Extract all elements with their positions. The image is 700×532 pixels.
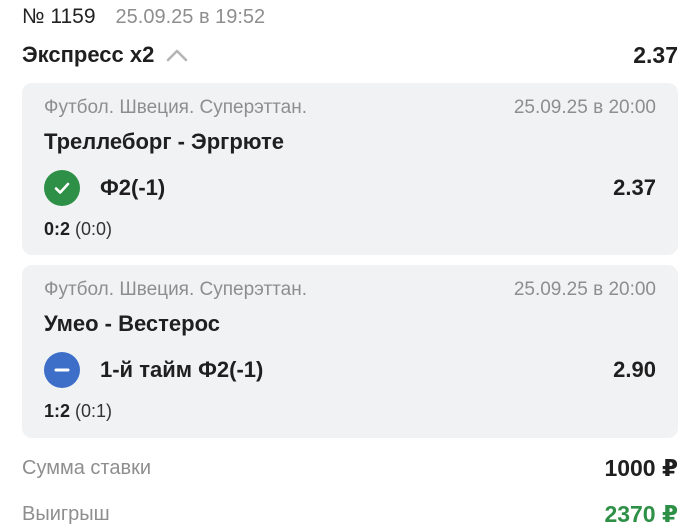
stake-value: 1000 ₽	[604, 454, 678, 481]
event-meta: Футбол. Швеция. Суперэттан. 25.09.25 в 2…	[44, 279, 656, 301]
stake-label: Сумма ставки	[22, 456, 152, 479]
outcome-label: Ф2(-1)	[100, 175, 166, 200]
bet-details-screen: № 1159 25.09.25 в 19:52 Экспресс х2 2.37…	[0, 0, 700, 532]
outcome-group: Ф2(-1)	[44, 170, 165, 206]
event-datetime: 25.09.25 в 20:00	[513, 279, 656, 300]
half-score: (0:0)	[75, 219, 113, 239]
half-score: (0:1)	[75, 401, 113, 421]
chevron-up-icon[interactable]	[166, 48, 188, 62]
express-coefficient: 2.37	[633, 41, 678, 68]
event-card: Футбол. Швеция. Суперэттан. 25.09.25 в 2…	[22, 83, 678, 255]
bet-number: № 1159	[22, 5, 96, 28]
bet-header: № 1159 25.09.25 в 19:52	[22, 5, 265, 31]
outcome-coefficient: 2.90	[613, 357, 656, 382]
win-label: Выигрыш	[22, 502, 110, 525]
outcome-row: Ф2(-1) 2.37	[44, 170, 656, 206]
stake-row: Сумма ставки 1000 ₽	[22, 452, 678, 484]
bet-datetime: 25.09.25 в 19:52	[115, 6, 266, 28]
event-meta: Футбол. Швеция. Суперэттан. 25.09.25 в 2…	[44, 97, 656, 119]
win-row: Выигрыш 2370 ₽	[22, 498, 678, 530]
outcome-group: 1-й тайм Ф2(-1)	[44, 352, 263, 388]
minus-circle-icon	[44, 352, 80, 388]
final-score: 0:2	[44, 219, 71, 239]
outcome-row: 1-й тайм Ф2(-1) 2.90	[44, 352, 656, 388]
check-circle-icon	[44, 170, 80, 206]
express-title: Экспресс х2	[22, 42, 155, 67]
outcome-label: 1-й тайм Ф2(-1)	[100, 357, 264, 382]
event-teams: Треллеборг - Эргрюте	[44, 129, 285, 154]
event-teams: Умео - Вестерос	[44, 311, 220, 336]
event-score: 0:2 (0:0)	[44, 219, 112, 240]
event-card: Футбол. Швеция. Суперэттан. 25.09.25 в 2…	[22, 265, 678, 438]
event-category: Футбол. Швеция. Суперэттан.	[44, 279, 307, 300]
express-title-group: Экспресс х2	[22, 42, 188, 68]
express-toggle[interactable]: Экспресс х2 2.37	[22, 38, 678, 72]
event-datetime: 25.09.25 в 20:00	[513, 97, 656, 118]
final-score: 1:2	[44, 401, 71, 421]
event-score: 1:2 (0:1)	[44, 401, 112, 422]
event-category: Футбол. Швеция. Суперэттан.	[44, 97, 307, 118]
win-value: 2370 ₽	[604, 500, 678, 527]
outcome-coefficient: 2.37	[613, 175, 656, 200]
